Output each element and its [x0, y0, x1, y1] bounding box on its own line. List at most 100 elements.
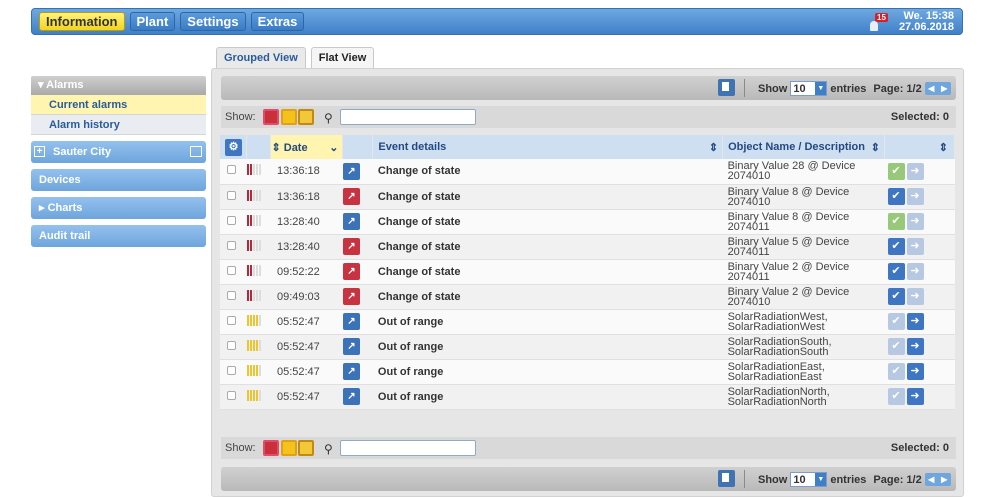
filter-high-priority-icon[interactable]: [263, 109, 279, 125]
row-checkbox-cell[interactable]: [220, 209, 247, 235]
forward-arrow-icon[interactable]: ➜: [906, 162, 924, 180]
row-checkbox-cell[interactable]: [220, 359, 247, 385]
row-checkbox[interactable]: [227, 290, 236, 300]
row-checkbox[interactable]: [227, 190, 236, 200]
tab-grouped-view[interactable]: Grouped View: [216, 47, 306, 68]
sidebar-item-label: Charts: [47, 202, 83, 214]
funnel-icon[interactable]: ⚲: [324, 111, 333, 125]
filter-notice-icon[interactable]: [298, 440, 314, 456]
row-checkbox-cell[interactable]: [220, 384, 247, 410]
row-checkbox-cell[interactable]: [220, 334, 247, 360]
event-cell: Change of state: [372, 184, 723, 210]
forward-arrow-icon[interactable]: ➜: [906, 388, 924, 405]
sidebar-item-charts[interactable]: ▸ Charts: [31, 197, 206, 219]
row-checkbox-cell[interactable]: [220, 259, 247, 285]
forward-arrow-icon[interactable]: ➜: [906, 263, 924, 280]
next-page-icon[interactable]: ▶: [938, 473, 951, 486]
entries-control: Show 10 ▼ entries Page: 1/2 ◀ ▶: [758, 81, 951, 96]
forward-arrow-icon[interactable]: ➜: [906, 213, 924, 230]
entries-select[interactable]: 10 ▼: [790, 472, 828, 487]
forward-arrow-icon[interactable]: ➜: [906, 338, 924, 355]
table-row[interactable]: 09:49:03 ↗ Change of state Binary Value 2 @…: [220, 284, 955, 310]
menu-settings[interactable]: Settings: [180, 12, 246, 31]
menu-information[interactable]: Information: [39, 12, 125, 31]
table-row[interactable]: 05:52:47 ↗ Out of range SolarRadiationSouth…: [220, 334, 955, 360]
sidebar-item-sauter-city[interactable]: + Sauter City: [31, 141, 206, 163]
column-date-header[interactable]: ⇕ Date ⌄: [270, 135, 344, 159]
sidebar-alarms-header[interactable]: ▾ Alarms: [31, 76, 206, 95]
search-input[interactable]: [340, 440, 476, 456]
acknowledge-check-icon[interactable]: ✔: [887, 162, 905, 180]
filter-warning-icon[interactable]: [281, 440, 297, 456]
acknowledge-check-icon[interactable]: ✔: [887, 313, 905, 330]
filter-warning-icon[interactable]: [281, 109, 297, 125]
forward-arrow-icon[interactable]: ➜: [906, 288, 924, 305]
row-checkbox[interactable]: [227, 265, 236, 275]
acknowledge-check-icon[interactable]: ✔: [887, 263, 905, 280]
table-row[interactable]: 05:52:47 ↗ Out of range SolarRadiationWest,…: [220, 309, 955, 335]
row-checkbox[interactable]: [227, 365, 236, 375]
page-label: Page: 1/2: [873, 473, 922, 486]
forward-arrow-icon[interactable]: ➜: [906, 238, 924, 255]
acknowledge-check-icon[interactable]: ✔: [887, 338, 905, 355]
acknowledge-check-icon[interactable]: ✔: [887, 213, 905, 230]
acknowledge-check-icon[interactable]: ✔: [887, 363, 905, 380]
column-event-header[interactable]: Event details ⇕: [372, 135, 724, 159]
forward-arrow-icon[interactable]: ➜: [906, 313, 924, 330]
row-checkbox-cell[interactable]: [220, 309, 247, 335]
tab-flat-view[interactable]: Flat View: [310, 47, 375, 69]
acknowledge-check-icon[interactable]: ✔: [887, 388, 905, 405]
export-icon[interactable]: [718, 470, 735, 487]
search-input[interactable]: [340, 109, 476, 125]
filter-notice-icon[interactable]: [298, 109, 314, 125]
table-row[interactable]: 13:28:40 ↗ Change of state Binary Value 8 @…: [220, 209, 955, 235]
acknowledge-check-icon[interactable]: ✔: [887, 238, 905, 255]
acknowledge-check-icon[interactable]: ✔: [887, 188, 905, 205]
row-checkbox-cell[interactable]: [220, 234, 247, 260]
entries-label: entries: [830, 82, 867, 95]
table-row[interactable]: 05:52:47 ↗ Out of range SolarRadiationNorth…: [220, 384, 955, 410]
forward-arrow-icon[interactable]: ➜: [906, 363, 924, 380]
row-checkbox-cell[interactable]: [220, 284, 247, 310]
sidebar-item-devices[interactable]: Devices: [31, 169, 206, 191]
row-checkbox[interactable]: [227, 215, 236, 225]
event-icon-cell: ↗: [342, 259, 373, 285]
funnel-icon[interactable]: ⚲: [324, 442, 333, 456]
table-row[interactable]: 05:52:47 ↗ Out of range SolarRadiationEast,…: [220, 359, 955, 385]
sidebar-item-current-alarms[interactable]: Current alarms: [31, 95, 206, 115]
forward-arrow-icon[interactable]: ➜: [906, 188, 924, 205]
column-actions-header[interactable]: ⇕: [884, 135, 955, 159]
event-cell: Out of range: [372, 359, 723, 385]
sidebar-item-alarm-history[interactable]: Alarm history: [31, 115, 206, 135]
column-settings[interactable]: ⚙: [220, 135, 248, 159]
settings-gear-icon[interactable]: ⚙: [225, 138, 242, 156]
row-actions: ✔ ➜: [887, 188, 924, 205]
prev-page-icon[interactable]: ◀: [925, 473, 938, 486]
event-cell: Out of range: [372, 334, 723, 360]
filter-high-priority-icon[interactable]: [263, 440, 279, 456]
row-checkbox[interactable]: [227, 165, 236, 175]
actions-cell: ✔ ➜: [884, 234, 955, 260]
row-checkbox-cell[interactable]: [220, 159, 247, 185]
next-page-icon[interactable]: ▶: [938, 82, 951, 95]
prev-page-icon[interactable]: ◀: [925, 82, 938, 95]
row-checkbox[interactable]: [227, 240, 236, 250]
menu-extras[interactable]: Extras: [250, 12, 305, 31]
menu-plant[interactable]: Plant: [129, 12, 176, 31]
entries-select[interactable]: 10 ▼: [790, 81, 828, 96]
table-row[interactable]: 13:28:40 ↗ Change of state Binary Value 5 @…: [220, 234, 955, 260]
table-row[interactable]: 13:36:18 ↗ Change of state Binary Value 8 @…: [220, 184, 955, 210]
table-row[interactable]: 13:36:18 ↗ Change of state Binary Value 28 …: [220, 159, 955, 185]
table-row[interactable]: 09:52:22 ↗ Change of state Binary Value 2 @…: [220, 259, 955, 285]
row-checkbox[interactable]: [227, 340, 236, 350]
chevron-down-icon: ▼: [815, 473, 827, 486]
row-checkbox-cell[interactable]: [220, 184, 247, 210]
row-checkbox[interactable]: [227, 315, 236, 325]
acknowledge-check-icon[interactable]: ✔: [887, 288, 905, 305]
show-filter-label: Show:: [225, 442, 256, 454]
alarm-bell-icon[interactable]: 15: [867, 13, 889, 33]
row-checkbox[interactable]: [227, 390, 236, 400]
column-object-header[interactable]: Object Name / Description ⇕: [722, 135, 885, 159]
export-icon[interactable]: [718, 79, 735, 96]
sidebar-item-audit-trail[interactable]: Audit trail: [31, 225, 206, 247]
